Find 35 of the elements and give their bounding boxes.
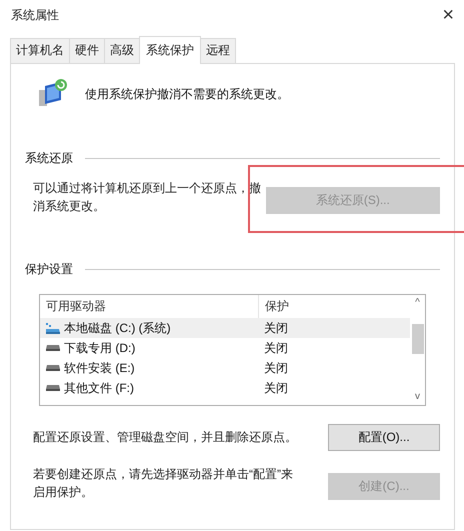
drive-icon <box>46 365 60 371</box>
protection-status: 关闭 <box>263 380 288 396</box>
drive-name: 软件安装 (E:) <box>64 360 135 376</box>
drive-icon <box>46 385 60 391</box>
configure-button[interactable]: 配置(O)... <box>328 424 440 451</box>
drive-row[interactable]: 软件安装 (E:) 关闭 <box>40 358 410 378</box>
drive-row[interactable]: 其他文件 (F:) 关闭 <box>40 378 410 398</box>
tab[interactable]: 系统保护 <box>139 36 201 64</box>
scroll-down-button[interactable]: v <box>415 391 420 403</box>
configure-description: 配置还原设置、管理磁盘空间，并且删除还原点。 <box>33 429 298 446</box>
intro-text: 使用系统保护撤消不需要的系统更改。 <box>85 86 289 102</box>
tab[interactable]: 远程 <box>200 38 236 63</box>
protection-status: 关闭 <box>263 320 288 336</box>
drive-name: 其他文件 (F:) <box>64 380 134 396</box>
protection-status: 关闭 <box>263 340 288 356</box>
drive-name: 下载专用 (D:) <box>64 340 136 356</box>
scrollbar[interactable]: ^ v <box>410 295 425 405</box>
section-heading: 保护设置 <box>25 261 73 278</box>
system-drive-icon <box>46 322 60 334</box>
drive-name: 本地磁盘 (C:) (系统) <box>64 320 171 336</box>
tab[interactable]: 计算机名 <box>10 38 70 63</box>
drive-row[interactable]: 下载专用 (D:) 关闭 <box>40 338 410 358</box>
restore-description: 可以通过将计算机还原到上一个还原点，撤消系统更改。 <box>33 180 262 215</box>
window-title: 系统属性 <box>11 6 59 24</box>
close-button[interactable]: × <box>438 4 458 26</box>
drive-icon <box>46 345 60 351</box>
scrollbar-thumb[interactable] <box>412 324 424 354</box>
tab[interactable]: 高级 <box>104 38 140 63</box>
create-description: 若要创建还原点，请先选择驱动器并单击“配置”来启用保护。 <box>33 466 293 501</box>
scroll-up-button[interactable]: ^ <box>415 297 420 309</box>
tab[interactable]: 硬件 <box>69 38 105 63</box>
drive-row[interactable]: 本地磁盘 (C:) (系统) 关闭 <box>40 318 410 338</box>
protection-status: 关闭 <box>263 360 288 376</box>
column-header[interactable]: 可用驱动器 <box>40 298 258 315</box>
section-heading: 系统还原 <box>25 150 73 167</box>
